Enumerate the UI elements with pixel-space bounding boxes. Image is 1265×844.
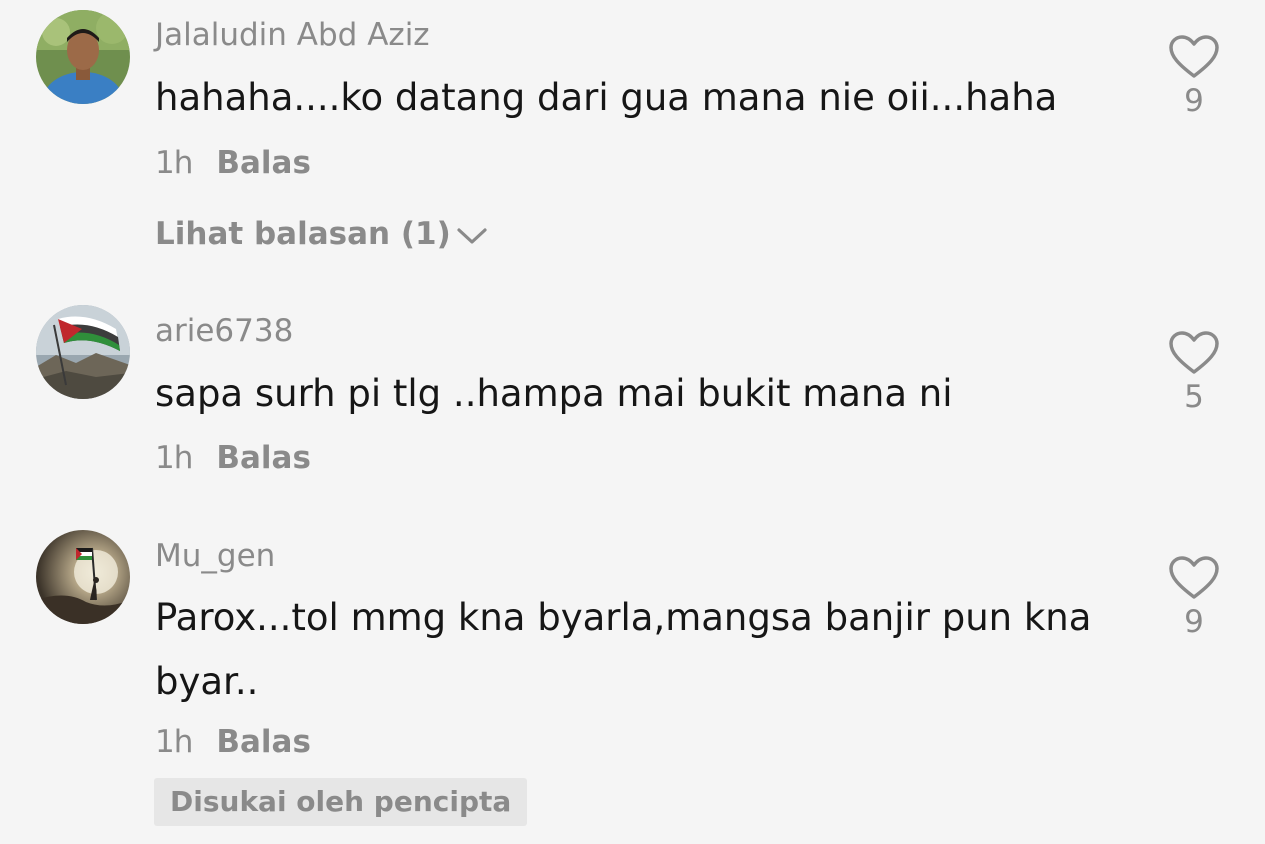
comment-username[interactable]: Jalaludin Abd Aziz: [155, 20, 430, 51]
comment-meta: 1h Balas: [155, 148, 311, 179]
comment-text: Parox...tol mmg kna byarla,mangsa banjir…: [155, 596, 1092, 703]
avatar[interactable]: [36, 305, 130, 399]
like-control[interactable]: 9: [1166, 34, 1222, 117]
like-count: 5: [1184, 379, 1204, 415]
comment-username[interactable]: arie6738: [155, 316, 293, 347]
like-count: 9: [1184, 83, 1204, 119]
avatar[interactable]: [36, 10, 130, 104]
comment-text: hahaha....ko datang dari gua mana nie oi…: [155, 76, 1058, 119]
comment-timestamp: 1h: [155, 440, 193, 476]
avatar[interactable]: [36, 530, 130, 624]
comment-text: sapa surh pi tlg ..hampa mai bukit mana …: [155, 372, 953, 415]
heart-outline-icon[interactable]: [1168, 330, 1220, 376]
reply-button[interactable]: Balas: [216, 145, 311, 181]
view-replies-label: Lihat balasan (1): [155, 216, 451, 252]
comment-username[interactable]: Mu_gen: [155, 541, 275, 572]
heart-outline-icon[interactable]: [1168, 34, 1220, 80]
heart-outline-icon[interactable]: [1168, 555, 1220, 601]
comment-meta: 1h Balas: [155, 727, 311, 758]
liked-by-creator-badge: Disukai oleh pencipta: [154, 778, 528, 826]
reply-button[interactable]: Balas: [216, 440, 311, 476]
view-replies-button[interactable]: Lihat balasan (1): [155, 219, 489, 250]
like-control[interactable]: 5: [1166, 330, 1222, 413]
like-count: 9: [1184, 604, 1204, 640]
comment-meta: 1h Balas: [155, 443, 311, 474]
comment-timestamp: 1h: [155, 724, 193, 760]
like-control[interactable]: 9: [1166, 555, 1222, 638]
reply-button[interactable]: Balas: [216, 724, 311, 760]
comment-timestamp: 1h: [155, 145, 193, 181]
chevron-down-icon: [457, 227, 487, 244]
